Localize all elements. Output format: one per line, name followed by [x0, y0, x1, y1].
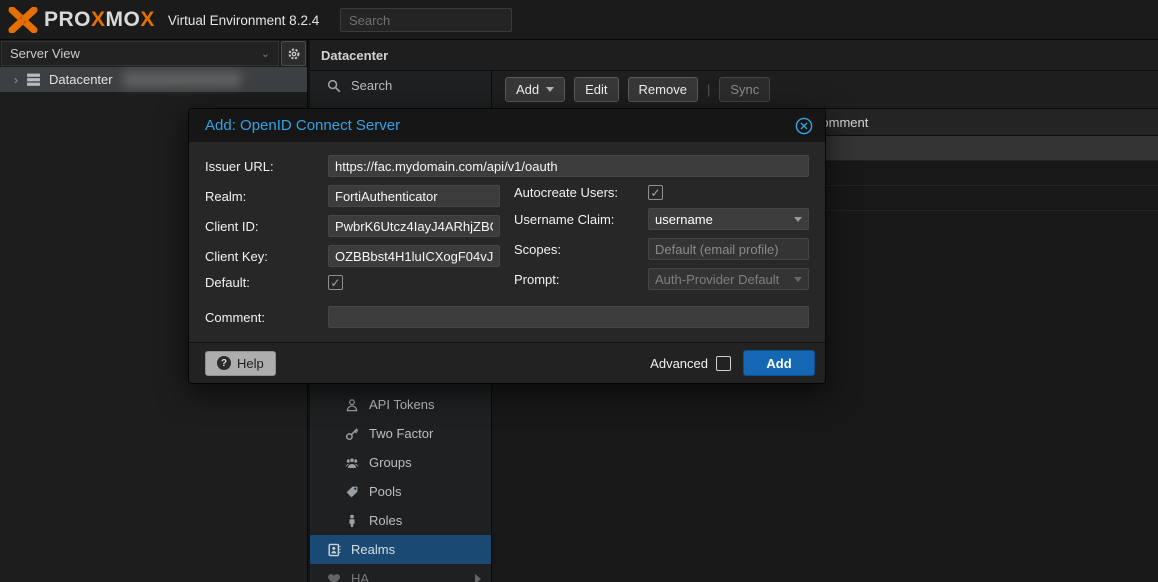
dialog-left-column: Realm: Client ID: Client Key: Default: ✓ — [205, 185, 500, 290]
expand-caret-icon — [475, 574, 481, 582]
search-icon — [326, 79, 342, 93]
edit-button[interactable]: Edit — [574, 77, 618, 102]
sidebar-item-pools[interactable]: Pools — [310, 477, 491, 506]
redacted-node-name — [123, 72, 241, 87]
sidebar-item-ha[interactable]: HA — [310, 564, 491, 582]
proxmox-app: PROXMOX Virtual Environment 8.2.4 Server… — [0, 0, 1158, 582]
realm-label: Realm: — [205, 189, 328, 204]
autocreate-users-checkbox[interactable]: ✓ — [648, 185, 663, 200]
address-book-icon — [326, 543, 342, 557]
heartbeat-icon — [326, 572, 342, 582]
prompt-select[interactable]: Auth-Provider Default — [648, 268, 809, 290]
view-selector-bar: Server View ⌄ — [0, 40, 307, 67]
global-search-input[interactable] — [340, 8, 512, 32]
gear-icon — [287, 47, 301, 61]
proxmox-x-icon — [8, 7, 38, 33]
advanced-label: Advanced — [650, 356, 708, 371]
issuer-url-row: Issuer URL: — [205, 155, 809, 177]
expand-arrow-icon[interactable]: › — [14, 73, 18, 87]
default-checkbox[interactable]: ✓ — [328, 275, 343, 290]
server-icon — [26, 72, 41, 87]
add-openid-dialog: Add: OpenID Connect Server Issuer URL: R… — [188, 108, 826, 384]
comment-label: Comment: — [205, 310, 328, 325]
prompt-label: Prompt: — [514, 272, 648, 287]
add-submit-button[interactable]: Add — [743, 350, 815, 376]
chevron-down-icon — [794, 277, 802, 282]
proxmox-logo: PROXMOX Virtual Environment 8.2.4 — [0, 7, 319, 33]
help-button[interactable]: ? Help — [205, 351, 276, 376]
sync-button[interactable]: Sync — [719, 77, 770, 102]
user-outline-icon — [344, 398, 360, 412]
username-claim-select[interactable]: username — [648, 208, 809, 230]
dialog-right-column: Autocreate Users: ✓ Username Claim: user… — [514, 185, 809, 290]
client-id-label: Client ID: — [205, 219, 328, 234]
close-icon[interactable] — [795, 117, 813, 135]
question-icon: ? — [217, 356, 231, 370]
remove-button[interactable]: Remove — [628, 77, 698, 102]
dialog-body: Issuer URL: Realm: Client ID: Client Key… — [189, 142, 825, 342]
chevron-down-icon — [794, 217, 802, 222]
scopes-field[interactable] — [648, 238, 809, 260]
top-header: PROXMOX Virtual Environment 8.2.4 — [0, 0, 1158, 40]
comment-field[interactable] — [328, 306, 809, 328]
users-group-icon — [344, 456, 360, 470]
realms-toolbar: Add Edit Remove | Sync — [492, 71, 1158, 108]
view-options-button[interactable] — [281, 41, 306, 66]
realm-field[interactable] — [328, 185, 500, 207]
brand-wordmark: PROXMOX — [44, 8, 155, 32]
person-icon — [344, 514, 360, 528]
sidebar-item-realms[interactable]: Realms — [310, 535, 491, 564]
dropdown-caret-icon — [546, 87, 554, 92]
key-icon — [344, 427, 360, 441]
sidebar-item-roles[interactable]: Roles — [310, 506, 491, 535]
toolbar-separator: | — [707, 82, 710, 97]
version-text: Virtual Environment 8.2.4 — [168, 13, 319, 28]
issuer-url-label: Issuer URL: — [205, 159, 328, 174]
sidebar-item-two-factor[interactable]: Two Factor — [310, 419, 491, 448]
sidebar-item-groups[interactable]: Groups — [310, 448, 491, 477]
client-key-label: Client Key: — [205, 249, 328, 264]
tree-item-datacenter[interactable]: › Datacenter — [0, 67, 307, 92]
dialog-title-bar[interactable]: Add: OpenID Connect Server — [189, 109, 825, 142]
tag-icon — [344, 485, 360, 499]
default-label: Default: — [205, 275, 328, 290]
comment-row: Comment: — [205, 306, 809, 328]
advanced-checkbox[interactable] — [716, 356, 731, 371]
panel-title: Datacenter — [310, 40, 1158, 71]
dialog-title: Add: OpenID Connect Server — [205, 117, 400, 134]
scopes-label: Scopes: — [514, 242, 648, 257]
username-claim-label: Username Claim: — [514, 212, 648, 227]
view-selector[interactable]: Server View ⌄ — [1, 41, 279, 66]
add-button[interactable]: Add — [505, 77, 565, 102]
sidebar-item-api-tokens[interactable]: API Tokens — [310, 390, 491, 419]
client-key-field[interactable] — [328, 245, 500, 267]
chevron-down-icon: ⌄ — [261, 47, 270, 60]
tree-item-label: Datacenter — [49, 72, 113, 87]
issuer-url-field[interactable] — [328, 155, 809, 177]
client-id-field[interactable] — [328, 215, 500, 237]
dialog-footer: ? Help Advanced Add — [189, 342, 825, 383]
autocreate-users-label: Autocreate Users: — [514, 185, 648, 200]
column-header-comment[interactable]: Comment — [803, 109, 1158, 135]
sidebar-item-search[interactable]: Search — [310, 71, 491, 100]
